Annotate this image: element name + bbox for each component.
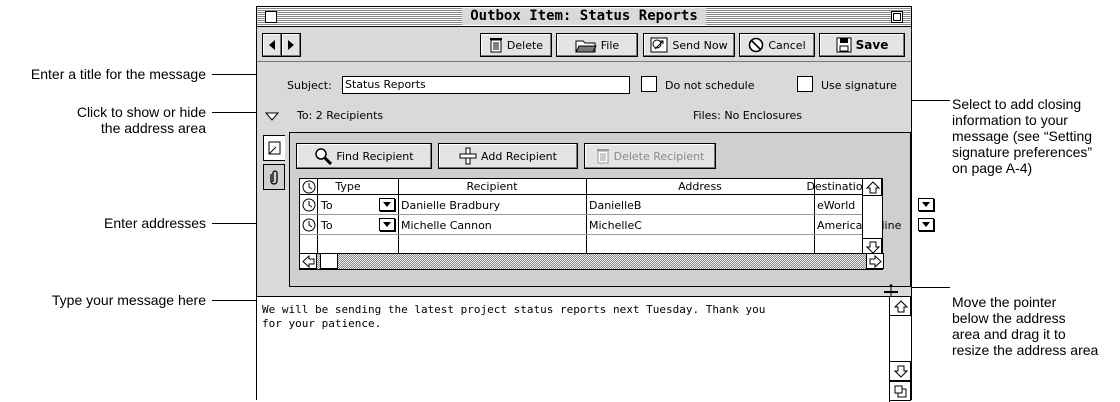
recipient-table: Type Recipient Address Destination To Da… <box>299 178 934 270</box>
trash-icon <box>489 37 503 53</box>
grow-icon <box>894 385 907 398</box>
use-signature-label: Use signature <box>821 79 897 92</box>
arrow-up-icon <box>866 181 880 194</box>
plus-icon <box>459 147 477 165</box>
zoom-box[interactable] <box>891 11 903 23</box>
back-button[interactable] <box>262 33 282 57</box>
tab-enclosures[interactable] <box>263 164 285 190</box>
address-card-icon <box>268 141 282 155</box>
files-summary: Files: No Enclosures <box>693 109 803 122</box>
type-dropdown[interactable] <box>379 218 395 231</box>
cancel-icon <box>748 37 764 53</box>
arrow-right-icon <box>869 255 882 268</box>
col-type-header: Type <box>335 180 361 193</box>
forward-button[interactable] <box>281 33 301 57</box>
message-body[interactable]: We will be sending the latest project st… <box>257 296 911 402</box>
save-button[interactable]: Save <box>819 33 905 57</box>
send-now-button[interactable]: Send Now <box>643 33 735 57</box>
tab-addresses[interactable] <box>263 135 285 161</box>
destination-dropdown[interactable] <box>918 198 934 211</box>
callout-toggle: Click to show or hide the address area <box>76 104 206 136</box>
table-row[interactable]: To Danielle Bradbury DanielleB eWorld <box>300 196 934 215</box>
to-summary: To: 2 Recipients <box>297 109 384 122</box>
scroll-right-arrow[interactable] <box>866 253 884 269</box>
row-destination: America Online <box>817 219 902 232</box>
callout-title: Enter a title for the message <box>30 66 206 82</box>
scroll-thumb[interactable] <box>320 253 338 269</box>
callout-signature: Select to add closing information to you… <box>952 96 1093 176</box>
message-scroll-up-arrow[interactable] <box>889 296 911 316</box>
grow-box[interactable] <box>889 381 911 401</box>
magnifier-icon <box>314 147 333 165</box>
destination-dropdown[interactable] <box>918 218 934 231</box>
use-signature-checkbox[interactable] <box>797 76 813 92</box>
do-not-schedule-label: Do not schedule <box>665 79 755 92</box>
row-destination: eWorld <box>817 199 856 212</box>
clock-icon <box>302 218 316 232</box>
save-label: Save <box>855 38 889 52</box>
clock-icon <box>302 180 316 194</box>
table-horizontal-scrollbar[interactable] <box>299 253 884 269</box>
find-recipient-label: Find Recipient <box>336 149 414 163</box>
col-recipient-header: Recipient <box>466 180 518 193</box>
delete-recipient-button[interactable]: Delete Recipient <box>584 143 716 169</box>
folder-icon <box>574 37 597 53</box>
callout-resize: Move the pointer below the address area … <box>952 294 1099 358</box>
add-recipient-button[interactable]: Add Recipient <box>438 143 578 169</box>
delete-recipient-label: Delete Recipient <box>613 149 705 163</box>
file-label: File <box>600 38 620 52</box>
table-vertical-scrollbar[interactable] <box>862 178 882 256</box>
title-bar[interactable]: Outbox Item: Status Reports <box>257 7 911 27</box>
row-recipient: Danielle Bradbury <box>401 199 501 212</box>
arrow-left-icon <box>302 255 315 268</box>
row-type: To <box>321 199 333 212</box>
scroll-left-arrow[interactable] <box>299 253 317 269</box>
row-address: MichelleC <box>589 219 642 232</box>
find-recipient-button[interactable]: Find Recipient <box>296 143 432 169</box>
type-dropdown[interactable] <box>379 198 395 211</box>
close-box[interactable] <box>265 11 277 23</box>
row-recipient: Michelle Cannon <box>401 219 492 232</box>
arrow-up-icon <box>894 300 908 313</box>
outbox-window: Outbox Item: Status Reports Delete File … <box>256 6 934 402</box>
delete-label: Delete <box>506 38 544 52</box>
send-now-label: Send Now <box>672 38 728 52</box>
callout-addresses: Enter addresses <box>104 215 206 231</box>
save-disk-icon <box>836 37 852 53</box>
cancel-label: Cancel <box>768 38 806 52</box>
callout-type-message: Type your message here <box>51 292 206 308</box>
delete-button[interactable]: Delete <box>480 33 552 57</box>
scroll-up-arrow[interactable] <box>862 178 882 196</box>
table-row[interactable]: To Michelle Cannon MichelleC America Onl… <box>300 216 934 235</box>
message-scroll-down-arrow[interactable] <box>889 361 911 381</box>
clock-icon <box>302 198 316 212</box>
message-text[interactable]: We will be sending the latest project st… <box>262 303 882 331</box>
send-icon <box>650 37 668 53</box>
disclosure-triangle-icon[interactable] <box>265 111 279 121</box>
window-title: Outbox Item: Status Reports <box>462 8 706 25</box>
arrow-right-icon <box>286 39 296 51</box>
do-not-schedule-checkbox[interactable] <box>641 76 657 92</box>
add-recipient-label: Add Recipient <box>481 149 557 163</box>
paperclip-icon <box>270 169 280 185</box>
cancel-button[interactable]: Cancel <box>739 33 815 57</box>
subject-label: Subject: <box>287 79 332 92</box>
arrow-down-icon <box>894 365 908 378</box>
subject-input[interactable]: Status Reports <box>342 76 630 94</box>
toolbar: Delete File Send Now Cancel Save <box>257 28 911 62</box>
file-button[interactable]: File <box>556 33 638 57</box>
message-vertical-scrollbar[interactable] <box>889 296 911 402</box>
row-type: To <box>321 219 333 232</box>
col-destination-header: Destination <box>806 180 870 193</box>
arrow-left-icon <box>267 39 277 51</box>
row-address: DanielleB <box>589 199 642 212</box>
table-header: Type Recipient Address Destination <box>300 179 870 195</box>
trash-icon <box>596 148 610 164</box>
